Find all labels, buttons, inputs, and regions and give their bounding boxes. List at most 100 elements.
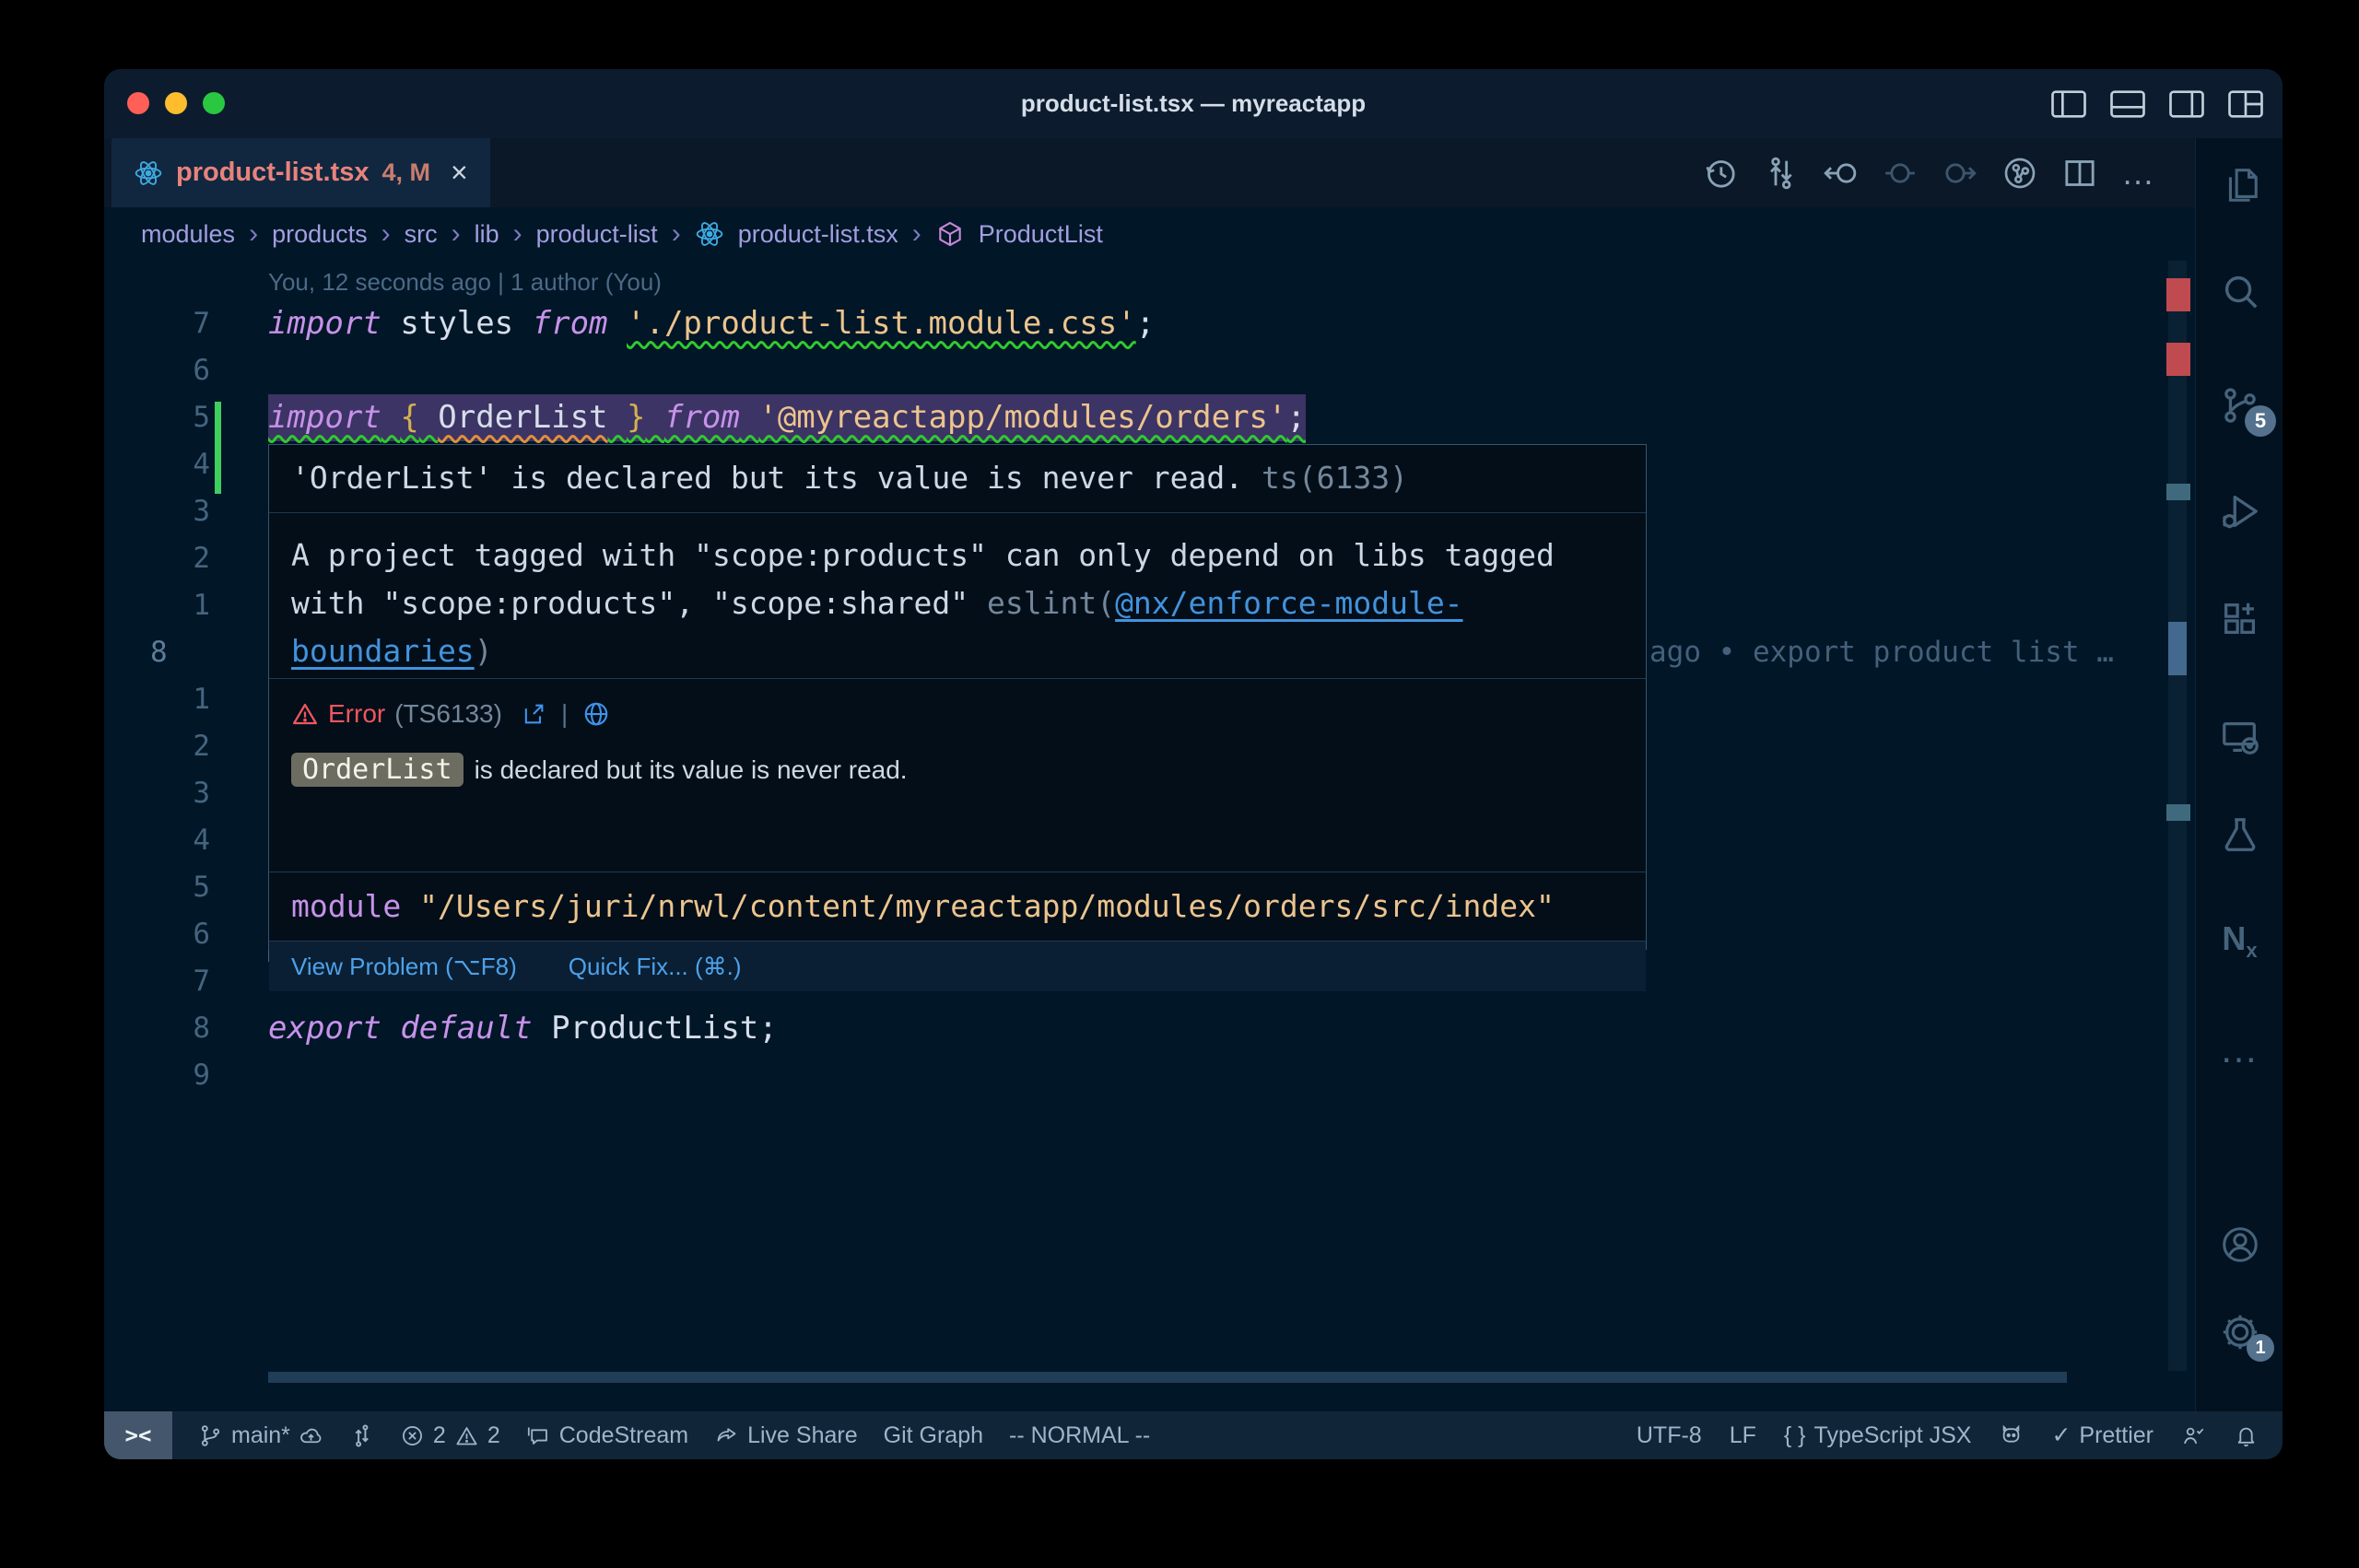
inline-blame-annotation: ago • export product list … — [1649, 629, 2114, 676]
separator: | — [561, 699, 568, 729]
breadcrumb-symbol[interactable]: ProductList — [979, 220, 1103, 249]
breadcrumb-separator: › — [513, 218, 522, 250]
bell-icon — [2234, 1423, 2259, 1448]
symbol-cube-icon — [935, 219, 965, 249]
github-status[interactable] — [1999, 1423, 2024, 1448]
run-debug-icon[interactable] — [2196, 489, 2283, 533]
git-graph-circle-icon[interactable] — [2001, 155, 2038, 192]
extensions-icon[interactable] — [2196, 597, 2283, 641]
gutter-added-lines-indicator — [215, 402, 221, 494]
breadcrumb-modules[interactable]: modules — [141, 220, 235, 249]
overview-error-mark — [2166, 278, 2190, 311]
line-number[interactable]: 8 — [104, 629, 256, 676]
warning-triangle-icon — [454, 1423, 479, 1448]
view-problem-action[interactable]: View Problem (⌥F8) — [291, 953, 517, 981]
line-number[interactable]: 9 — [104, 1052, 210, 1099]
line-number[interactable]: 3 — [104, 488, 210, 535]
line-number[interactable]: 2 — [104, 535, 210, 582]
breadcrumb-src[interactable]: src — [405, 220, 438, 249]
explorer-icon[interactable] — [2196, 162, 2283, 206]
prettier-status[interactable]: ✓ Prettier — [2051, 1422, 2154, 1449]
code-line[interactable]: 5import { OrderList } from '@myreactapp/… — [104, 394, 2195, 441]
more-actions-icon[interactable]: … — [2121, 155, 2154, 192]
additional-views-icon[interactable]: … — [2196, 1027, 2283, 1071]
code-line[interactable]: 7import styles from './product-list.modu… — [104, 300, 2195, 347]
close-tab-icon[interactable]: × — [451, 156, 468, 190]
testing-beaker-icon[interactable] — [2196, 813, 2283, 857]
vim-mode-indicator[interactable]: -- NORMAL -- — [1009, 1422, 1150, 1449]
comment-bubble-icon — [526, 1423, 551, 1448]
react-icon — [134, 158, 163, 188]
hover-module-path: module "/Users/juri/nrwl/content/myreact… — [269, 872, 1646, 941]
git-graph-status[interactable]: Git Graph — [884, 1422, 983, 1449]
code-line[interactable]: 8export default ProductList; — [104, 1005, 2195, 1052]
vertical-scrollbar-thumb[interactable] — [2168, 622, 2187, 675]
symbol-chip: OrderList — [291, 753, 464, 787]
encoding-status[interactable]: UTF-8 — [1637, 1422, 1702, 1449]
tab-label: product-list.tsx — [176, 158, 369, 188]
line-number[interactable]: 6 — [104, 347, 210, 394]
quick-fix-action[interactable]: Quick Fix... (⌘.) — [569, 953, 742, 981]
git-branch-status[interactable]: main* — [198, 1422, 323, 1449]
toggle-secondary-sidebar-icon[interactable] — [2168, 88, 2205, 120]
line-number[interactable]: 4 — [104, 817, 210, 864]
github-icon — [1999, 1423, 2024, 1448]
gitlens-blame-annotation[interactable]: You, 12 seconds ago | 1 author (You) — [268, 259, 662, 306]
error-count: 2 — [433, 1422, 446, 1449]
compare-changes-icon[interactable] — [1762, 155, 1799, 192]
line-number[interactable]: 2 — [104, 723, 210, 770]
cloud-upload-icon — [299, 1423, 323, 1448]
nx-console-icon[interactable]: Nx — [2196, 919, 2283, 964]
check-icon: ✓ — [2051, 1422, 2071, 1449]
line-number[interactable]: 1 — [104, 582, 210, 629]
horizontal-scrollbar-thumb[interactable] — [268, 1372, 2067, 1383]
share-icon — [714, 1423, 739, 1448]
tab-product-list[interactable]: product-list.tsx 4, M × — [111, 138, 490, 207]
search-icon[interactable] — [2196, 269, 2283, 313]
language-mode-status[interactable]: { } TypeScript JSX — [1784, 1422, 1972, 1449]
toggle-panel-icon[interactable] — [2109, 88, 2146, 120]
timeline-history-icon[interactable] — [1702, 155, 1739, 192]
previous-change-icon[interactable] — [1822, 155, 1859, 192]
breadcrumb-lib[interactable]: lib — [475, 220, 499, 249]
tab-modified-badge: 4, M — [381, 158, 430, 187]
eol-status[interactable]: LF — [1730, 1422, 1756, 1449]
line-number[interactable]: 4 — [104, 441, 210, 488]
line-number[interactable]: 8 — [104, 1005, 210, 1052]
remote-explorer-icon[interactable] — [2196, 715, 2283, 759]
line-number[interactable]: 1 — [104, 676, 210, 723]
breadcrumb-products[interactable]: products — [272, 220, 368, 249]
open-external-icon[interactable] — [521, 701, 546, 727]
line-number[interactable]: 5 — [104, 864, 210, 911]
remote-indicator[interactable]: >< — [104, 1411, 172, 1459]
customize-layout-icon[interactable] — [2227, 88, 2264, 120]
globe-icon[interactable] — [582, 700, 610, 728]
settings-gear-icon[interactable]: 1 — [2196, 1310, 2283, 1354]
feedback-status[interactable] — [2181, 1423, 2206, 1448]
line-number[interactable]: 3 — [104, 770, 210, 817]
overview-info-mark — [2166, 484, 2190, 500]
account-icon[interactable] — [2196, 1223, 2283, 1267]
overview-error-mark — [2166, 343, 2190, 376]
braces-icon: { } — [1784, 1422, 1806, 1449]
breadcrumb-product-list[interactable]: product-list — [536, 220, 658, 249]
source-control-icon[interactable]: 5 — [2196, 383, 2283, 427]
problems-status[interactable]: 2 2 — [400, 1422, 500, 1449]
line-number[interactable]: 7 — [104, 300, 210, 347]
toggle-primary-sidebar-icon[interactable] — [2050, 88, 2087, 120]
breadcrumb-separator: › — [249, 218, 258, 250]
breadcrumb-file[interactable]: product-list.tsx — [738, 220, 898, 249]
line-number[interactable]: 6 — [104, 911, 210, 958]
hover-diagnostic-title: 'OrderList' is declared but its value is… — [269, 445, 1646, 512]
encoding-label: UTF-8 — [1637, 1422, 1702, 1449]
line-number[interactable]: 7 — [104, 958, 210, 1005]
line-number[interactable]: 5 — [104, 394, 210, 441]
code-line[interactable]: 6 — [104, 347, 2195, 394]
codestream-status[interactable]: CodeStream — [526, 1422, 688, 1449]
code-line[interactable]: 9 — [104, 1052, 2195, 1099]
gitlens-compare-status[interactable] — [349, 1423, 374, 1448]
activity-bar: 5 Nx … 1 — [2195, 138, 2283, 1411]
split-editor-icon[interactable] — [2061, 155, 2098, 192]
notifications-status[interactable] — [2234, 1423, 2259, 1448]
live-share-status[interactable]: Live Share — [714, 1422, 858, 1449]
